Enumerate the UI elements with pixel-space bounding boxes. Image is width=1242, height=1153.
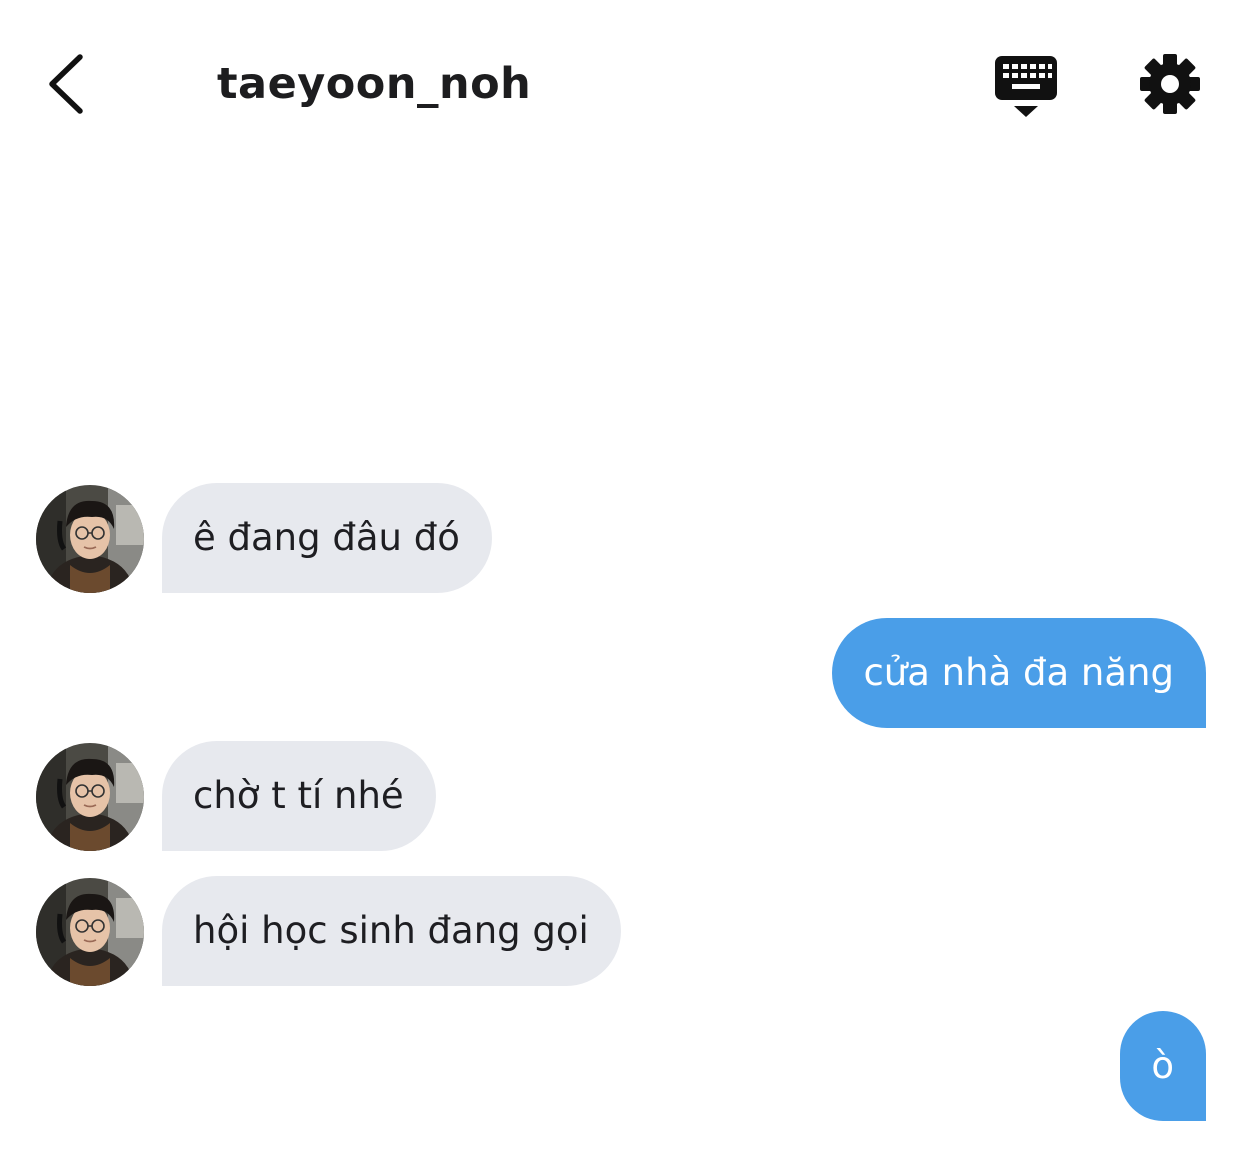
message-bubble-incoming[interactable]: chờ t tí nhé <box>162 741 436 851</box>
message-row: hội học sinh đang gọi <box>0 876 1242 986</box>
message-bubble-outgoing[interactable]: ò <box>1120 1011 1206 1121</box>
message-thread: ê đang đâu đó cửa nhà đa năng chờ t tí n… <box>0 0 1242 1153</box>
message-row: ê đang đâu đó <box>0 483 1242 593</box>
avatar[interactable] <box>36 878 144 986</box>
message-row: cửa nhà đa năng <box>0 618 1242 728</box>
avatar[interactable] <box>36 485 144 593</box>
message-row: chờ t tí nhé <box>0 741 1242 851</box>
message-bubble-outgoing[interactable]: cửa nhà đa năng <box>832 618 1206 728</box>
avatar[interactable] <box>36 743 144 851</box>
message-row: ò <box>0 1011 1242 1121</box>
message-bubble-incoming[interactable]: hội học sinh đang gọi <box>162 876 621 986</box>
message-bubble-incoming[interactable]: ê đang đâu đó <box>162 483 492 593</box>
